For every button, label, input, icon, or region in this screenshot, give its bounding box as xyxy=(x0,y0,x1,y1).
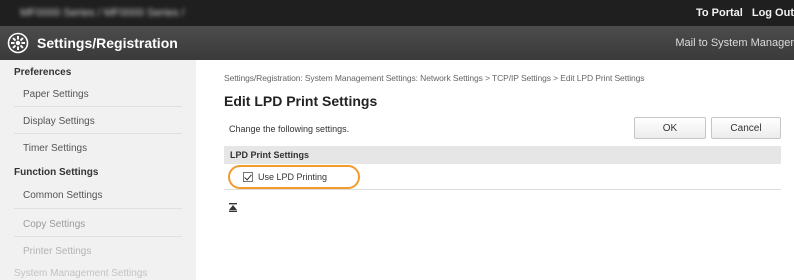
breadcrumb: Settings/Registration: System Management… xyxy=(224,73,645,83)
page-title: Edit LPD Print Settings xyxy=(224,93,378,109)
cancel-button[interactable]: Cancel xyxy=(711,117,781,139)
sidebar-divider xyxy=(14,208,182,209)
sidebar-item-copy-settings[interactable]: Copy Settings xyxy=(23,219,85,230)
ok-button[interactable]: OK xyxy=(634,117,706,139)
top-links: To Portal Log Out xyxy=(687,0,794,26)
to-portal-link[interactable]: To Portal xyxy=(696,7,743,19)
settings-gear-icon xyxy=(7,32,29,54)
sidebar-item-timer-settings[interactable]: Timer Settings xyxy=(23,143,87,154)
instruction-text: Change the following settings. xyxy=(229,124,350,134)
sidebar-section-function-settings: Function Settings xyxy=(14,167,99,178)
sidebar-section-preferences: Preferences xyxy=(14,67,72,78)
sidebar-divider xyxy=(14,106,182,107)
back-to-top-icon[interactable] xyxy=(229,203,237,212)
use-lpd-printing-label[interactable]: Use LPD Printing xyxy=(258,172,327,182)
sidebar-divider xyxy=(14,236,182,237)
app-title: Settings/Registration xyxy=(37,35,178,51)
product-name: MF0000 Series / MF0000 Series / xyxy=(20,7,185,19)
mail-to-system-manager-link[interactable]: Mail to System Manager xyxy=(675,37,794,50)
log-out-link[interactable]: Log Out xyxy=(752,7,794,19)
title-bar: Settings/Registration Mail to System Man… xyxy=(0,26,794,60)
sidebar-item-paper-settings[interactable]: Paper Settings xyxy=(23,89,89,100)
sidebar-item-printer-settings[interactable]: Printer Settings xyxy=(23,246,91,257)
sidebar: Preferences Paper Settings Display Setti… xyxy=(0,60,196,280)
sidebar-item-common-settings[interactable]: Common Settings xyxy=(23,190,102,201)
section-header-lpd-print-settings: LPD Print Settings xyxy=(224,146,781,164)
sidebar-section-system-management: System Management Settings xyxy=(14,268,148,279)
sidebar-divider xyxy=(14,133,182,134)
top-header-bar: MF0000 Series / MF0000 Series / To Porta… xyxy=(0,0,794,26)
sidebar-item-display-settings[interactable]: Display Settings xyxy=(23,116,95,127)
use-lpd-printing-checkbox[interactable] xyxy=(243,172,253,182)
